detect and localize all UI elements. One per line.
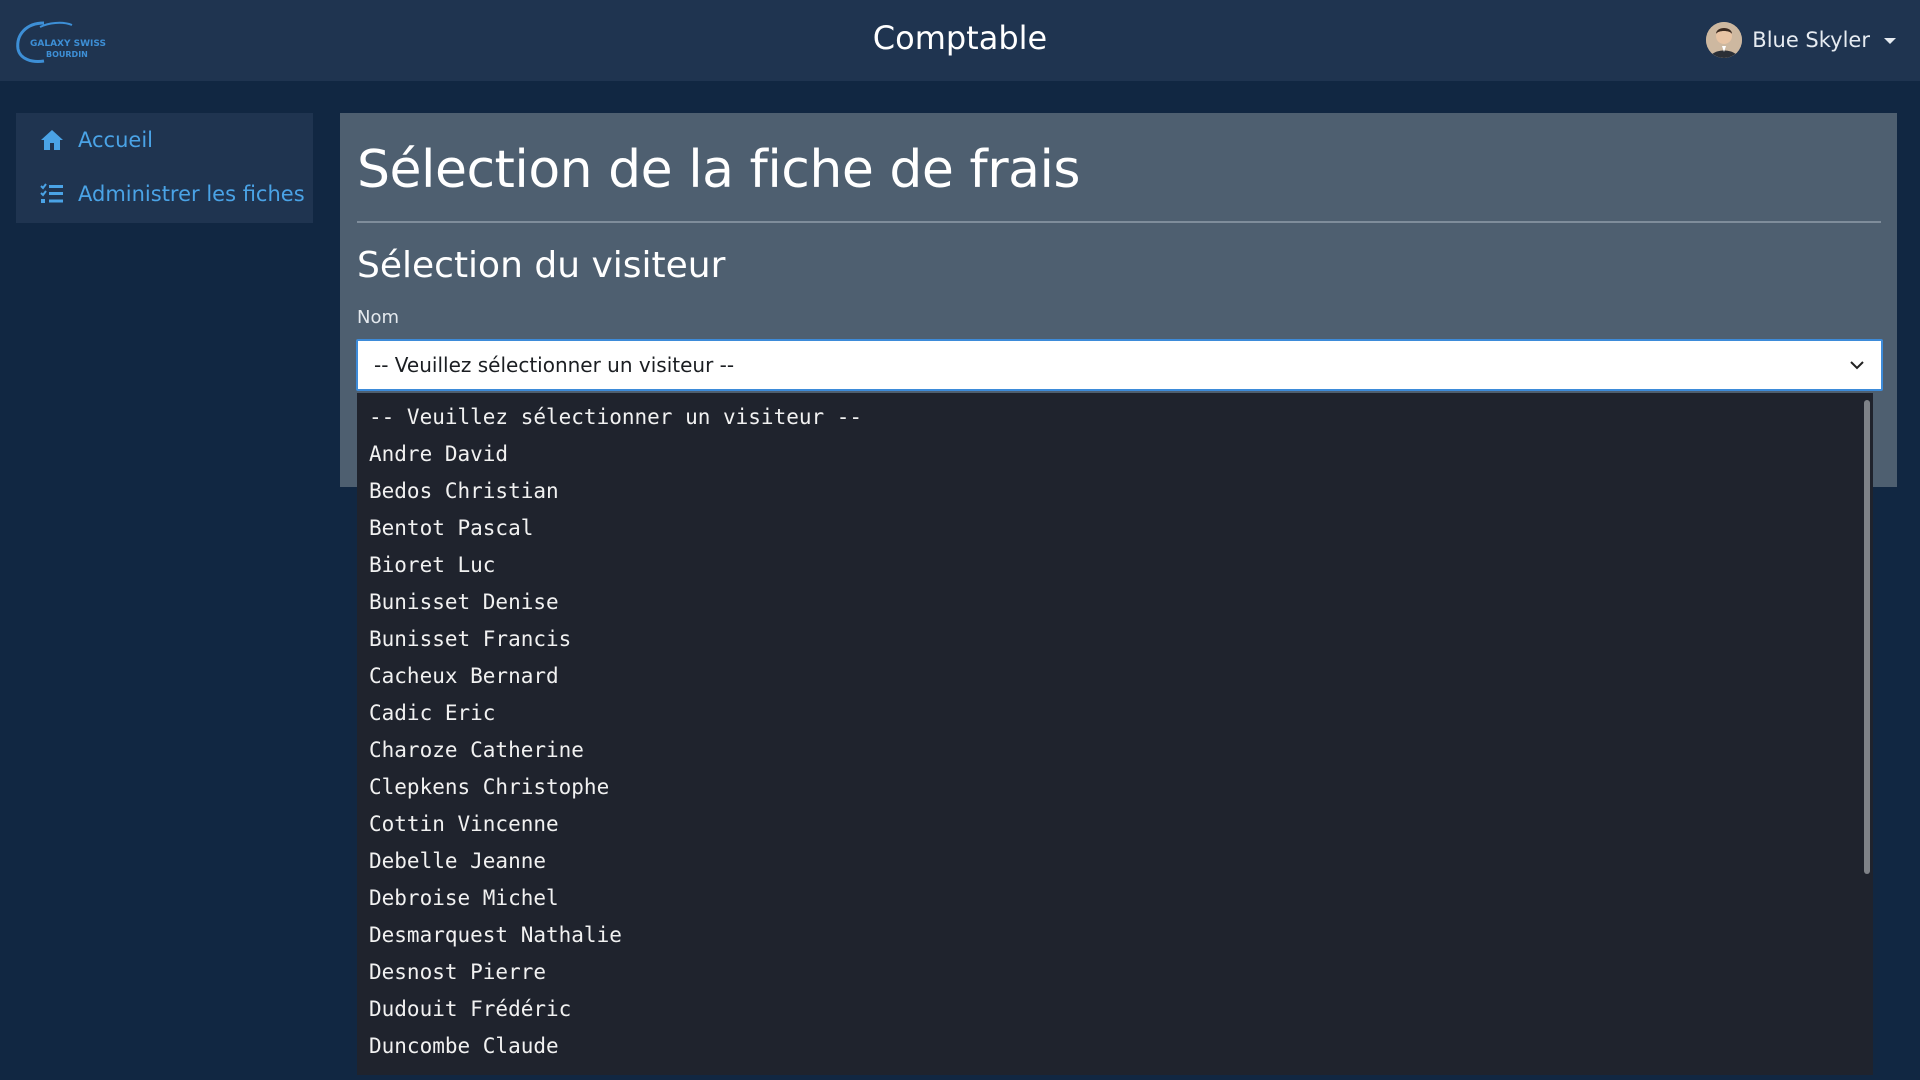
dropdown-option[interactable]: Clepkens Christophe [357,769,1873,806]
dropdown-option[interactable]: Desmarquest Nathalie [357,917,1873,954]
dropdown-option[interactable]: Bioret Luc [357,547,1873,584]
dropdown-option[interactable]: Debroise Michel [357,880,1873,917]
sidebar: Accueil Administrer les fiches [16,113,313,223]
visitor-select-value: -- Veuillez sélectionner un visiteur -- [374,353,735,377]
dropdown-option[interactable]: Cadic Eric [357,695,1873,732]
dropdown-option[interactable]: Cottin Vincenne [357,806,1873,843]
divider [357,221,1881,223]
list-check-icon [38,182,66,206]
dropdown-option[interactable]: Cacheux Bernard [357,658,1873,695]
dropdown-option[interactable]: Debelle Jeanne [357,843,1873,880]
section-title: Sélection du visiteur [357,245,726,286]
dropdown-option[interactable]: Duncombe Claude [357,1028,1873,1065]
chevron-down-icon[interactable] [1847,355,1867,375]
dropdown-option[interactable]: Andre David [357,436,1873,473]
caret-down-icon[interactable] [1884,38,1896,44]
dropdown-option[interactable]: Bunisset Denise [357,584,1873,621]
dropdown-scrollbar[interactable] [1864,400,1870,874]
visitor-name-label: Nom [357,307,400,328]
user-name[interactable]: Blue Skyler [1752,28,1870,52]
dropdown-option[interactable]: Dudouit Frédéric [357,991,1873,1028]
dropdown-option[interactable]: Charoze Catherine [357,732,1873,769]
sidebar-item-label: Administrer les fiches [78,182,305,206]
visitor-dropdown-list[interactable]: -- Veuillez sélectionner un visiteur -- A… [357,393,1873,1075]
dropdown-option[interactable]: Desnost Pierre [357,954,1873,991]
user-menu[interactable]: Blue Skyler [1706,20,1896,60]
option-list: -- Veuillez sélectionner un visiteur -- A… [357,393,1873,1065]
sidebar-item-label: Accueil [78,128,153,152]
dropdown-option-placeholder[interactable]: -- Veuillez sélectionner un visiteur -- [357,399,1873,436]
dropdown-option[interactable]: Bedos Christian [357,473,1873,510]
page-title: Sélection de la fiche de frais [357,140,1080,200]
top-navbar: GALAXY SWISS BOURDIN Comptable Blue Skyl… [0,0,1920,81]
home-icon [38,128,66,152]
visitor-select[interactable]: -- Veuillez sélectionner un visiteur -- [356,339,1883,391]
app-title: Comptable [872,19,1048,57]
user-avatar[interactable] [1706,22,1743,58]
dropdown-option[interactable]: Bunisset Francis [357,621,1873,658]
dropdown-option[interactable]: Bentot Pascal [357,510,1873,547]
sidebar-item-administrer-les-fiches[interactable]: Administrer les fiches [16,179,313,209]
sidebar-item-accueil[interactable]: Accueil [16,125,313,155]
